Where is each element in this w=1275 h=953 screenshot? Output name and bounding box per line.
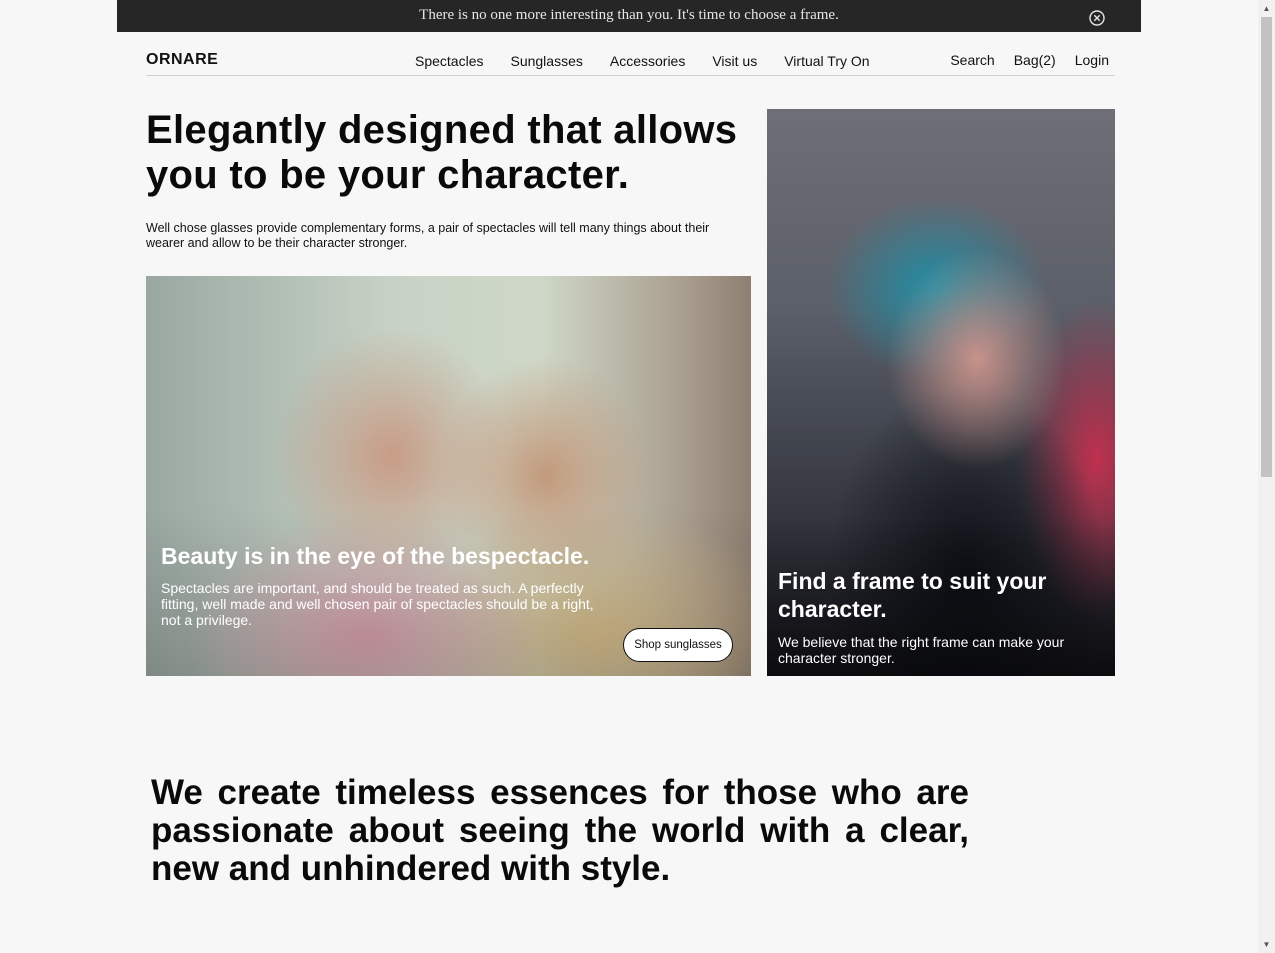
scrollbar-thumb[interactable] (1261, 17, 1272, 477)
nav-virtual-try-on[interactable]: Virtual Try On (784, 53, 869, 69)
hero-description: Well chose glasses provide complementary… (146, 221, 710, 250)
nav-spectacles[interactable]: Spectacles (415, 53, 483, 69)
card-left-title: Beauty is in the eye of the bespectacle. (161, 543, 590, 569)
close-icon[interactable] (1089, 7, 1105, 26)
announcement-text: There is no one more interesting than yo… (419, 7, 839, 23)
site-header: ORNARE Spectacles Sunglasses Accessories… (146, 32, 1115, 76)
nav-sunglasses[interactable]: Sunglasses (510, 53, 582, 69)
scroll-up-arrow-icon[interactable]: ▲ (1258, 0, 1275, 17)
hero-title: Elegantly designed that allows you to be… (146, 108, 738, 197)
bag-link[interactable]: Bag(2) (1014, 52, 1056, 68)
logo[interactable]: ORNARE (146, 51, 218, 69)
user-nav: Search Bag(2) Login (931, 52, 1109, 68)
search-link[interactable]: Search (950, 52, 994, 68)
promo-card-sunglasses: Beauty is in the eye of the bespectacle.… (146, 276, 751, 676)
vertical-scrollbar[interactable]: ▲ ▼ (1258, 0, 1275, 953)
card-right-text: We believe that the right frame can make… (778, 634, 1065, 666)
nav-visit-us[interactable]: Visit us (712, 53, 757, 69)
announcement-bar: There is no one more interesting than yo… (117, 0, 1141, 32)
scroll-down-arrow-icon[interactable]: ▼ (1258, 936, 1275, 953)
card-left-text: Spectacles are important, and should be … (161, 580, 594, 628)
promo-card-frames[interactable]: Find a frame to suit your character. We … (767, 109, 1115, 676)
shop-sunglasses-button[interactable]: Shop sunglasses (623, 628, 733, 662)
page: There is no one more interesting than yo… (0, 0, 1275, 953)
brand-statement: We create timeless essences for those wh… (151, 773, 969, 888)
main-nav: Spectacles Sunglasses Accessories Visit … (415, 53, 870, 69)
nav-accessories[interactable]: Accessories (610, 53, 685, 69)
card-right-title: Find a frame to suit your character. (778, 568, 1047, 622)
login-link[interactable]: Login (1075, 52, 1109, 68)
